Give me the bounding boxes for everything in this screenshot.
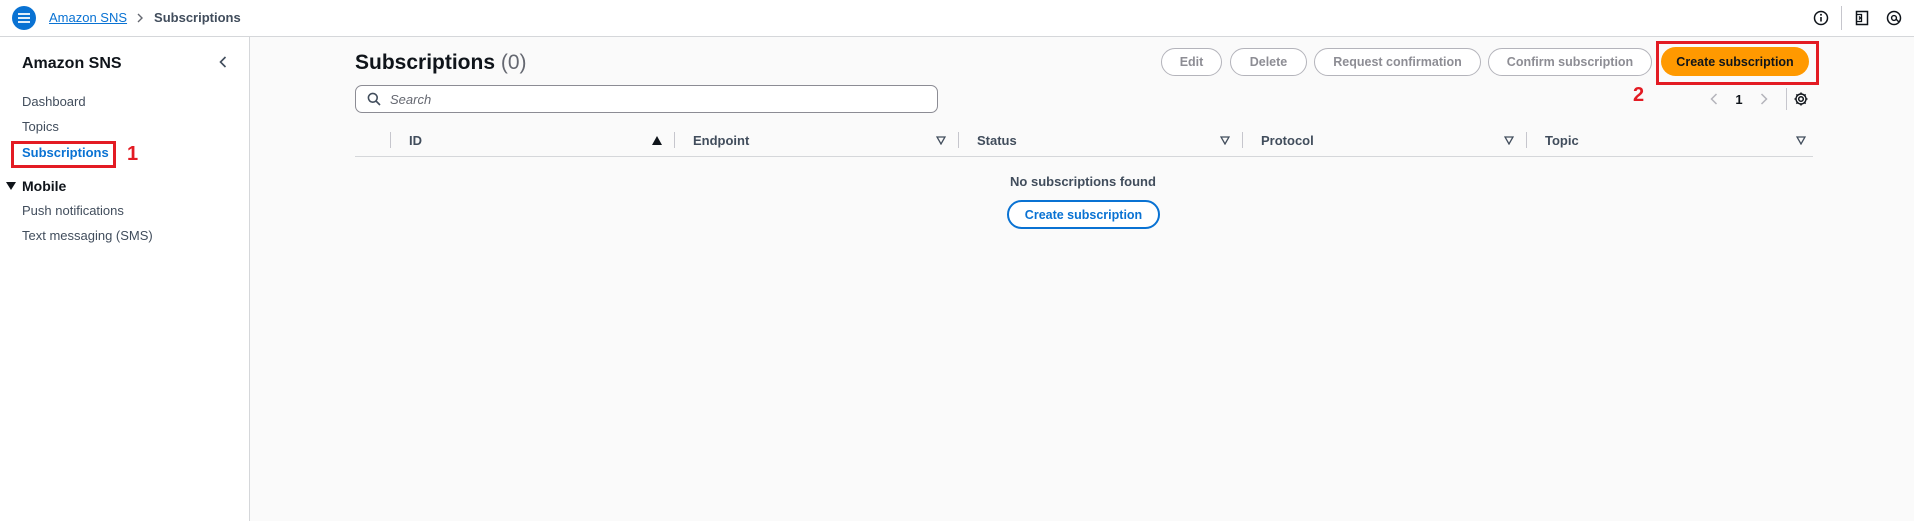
current-page-number[interactable]: 1 [1729, 90, 1749, 108]
sidebar-item-push-notifications[interactable]: Push notifications [22, 203, 124, 218]
column-divider [390, 132, 391, 148]
preferences-gear-icon[interactable] [1792, 90, 1810, 108]
sort-caret-icon[interactable] [1504, 136, 1514, 145]
sort-caret-icon[interactable] [1220, 136, 1230, 145]
confirm-subscription-button[interactable]: Confirm subscription [1488, 48, 1652, 76]
sort-caret-icon[interactable] [936, 136, 946, 145]
breadcrumb-amazon-sns-link[interactable]: Amazon SNS [49, 10, 127, 25]
column-header-protocol[interactable]: Protocol [1261, 130, 1314, 150]
header-utility-icons [1809, 0, 1914, 36]
sidebar-title: Amazon SNS [22, 55, 122, 72]
column-header-id[interactable]: ID [409, 130, 422, 150]
breadcrumb-current: Subscriptions [154, 10, 241, 25]
page-title: Subscriptions (0) [355, 51, 527, 75]
side-navigation: Amazon SNS Dashboard Topics Subscription… [0, 37, 250, 521]
search-field[interactable] [355, 85, 938, 113]
sidebar-item-topics[interactable]: Topics [22, 119, 59, 134]
notifications-icon[interactable] [1850, 6, 1874, 30]
search-input[interactable] [390, 91, 910, 107]
sort-ascending-icon[interactable] [652, 136, 662, 145]
create-subscription-button[interactable]: Create subscription [1661, 47, 1809, 76]
info-icon[interactable] [1809, 6, 1833, 30]
request-confirmation-button[interactable]: Request confirmation [1314, 48, 1481, 76]
collapse-sidebar-icon[interactable] [214, 53, 232, 71]
column-divider [958, 132, 959, 148]
column-header-status[interactable]: Status [977, 130, 1017, 150]
previous-page-icon[interactable] [1706, 90, 1722, 108]
sidebar-item-text-messaging[interactable]: Text messaging (SMS) [22, 228, 153, 243]
delete-button[interactable]: Delete [1230, 48, 1307, 76]
column-divider [1242, 132, 1243, 148]
breadcrumb: Amazon SNS Subscriptions [49, 10, 241, 25]
edit-button[interactable]: Edit [1161, 48, 1222, 76]
top-navigation-bar: Amazon SNS Subscriptions [0, 0, 1914, 37]
sidebar-item-subscriptions[interactable]: Subscriptions [22, 145, 109, 160]
empty-state-create-subscription-button[interactable]: Create subscription [1007, 200, 1160, 229]
subscription-count: (0) [500, 51, 527, 74]
header-divider [1841, 6, 1842, 30]
annotation-number-2: 2 [1633, 84, 1645, 106]
sort-caret-icon[interactable] [1796, 136, 1806, 145]
table-header: ID Endpoint Status Protocol Topic [355, 130, 1813, 157]
settings-icon[interactable] [1882, 6, 1906, 30]
annotation-number-1: 1 [127, 143, 139, 165]
pagination-divider [1786, 88, 1787, 110]
column-header-endpoint[interactable]: Endpoint [693, 130, 749, 150]
search-icon [366, 91, 382, 107]
empty-state-text: No subscriptions found [1010, 174, 1156, 189]
sidebar-item-dashboard[interactable]: Dashboard [22, 94, 86, 109]
column-header-topic[interactable]: Topic [1545, 130, 1579, 150]
chevron-right-icon [137, 13, 144, 23]
page-title-text: Subscriptions [355, 51, 496, 74]
column-divider [674, 132, 675, 148]
column-divider [1526, 132, 1527, 148]
menu-icon[interactable] [12, 6, 36, 30]
next-page-icon[interactable] [1756, 90, 1772, 108]
